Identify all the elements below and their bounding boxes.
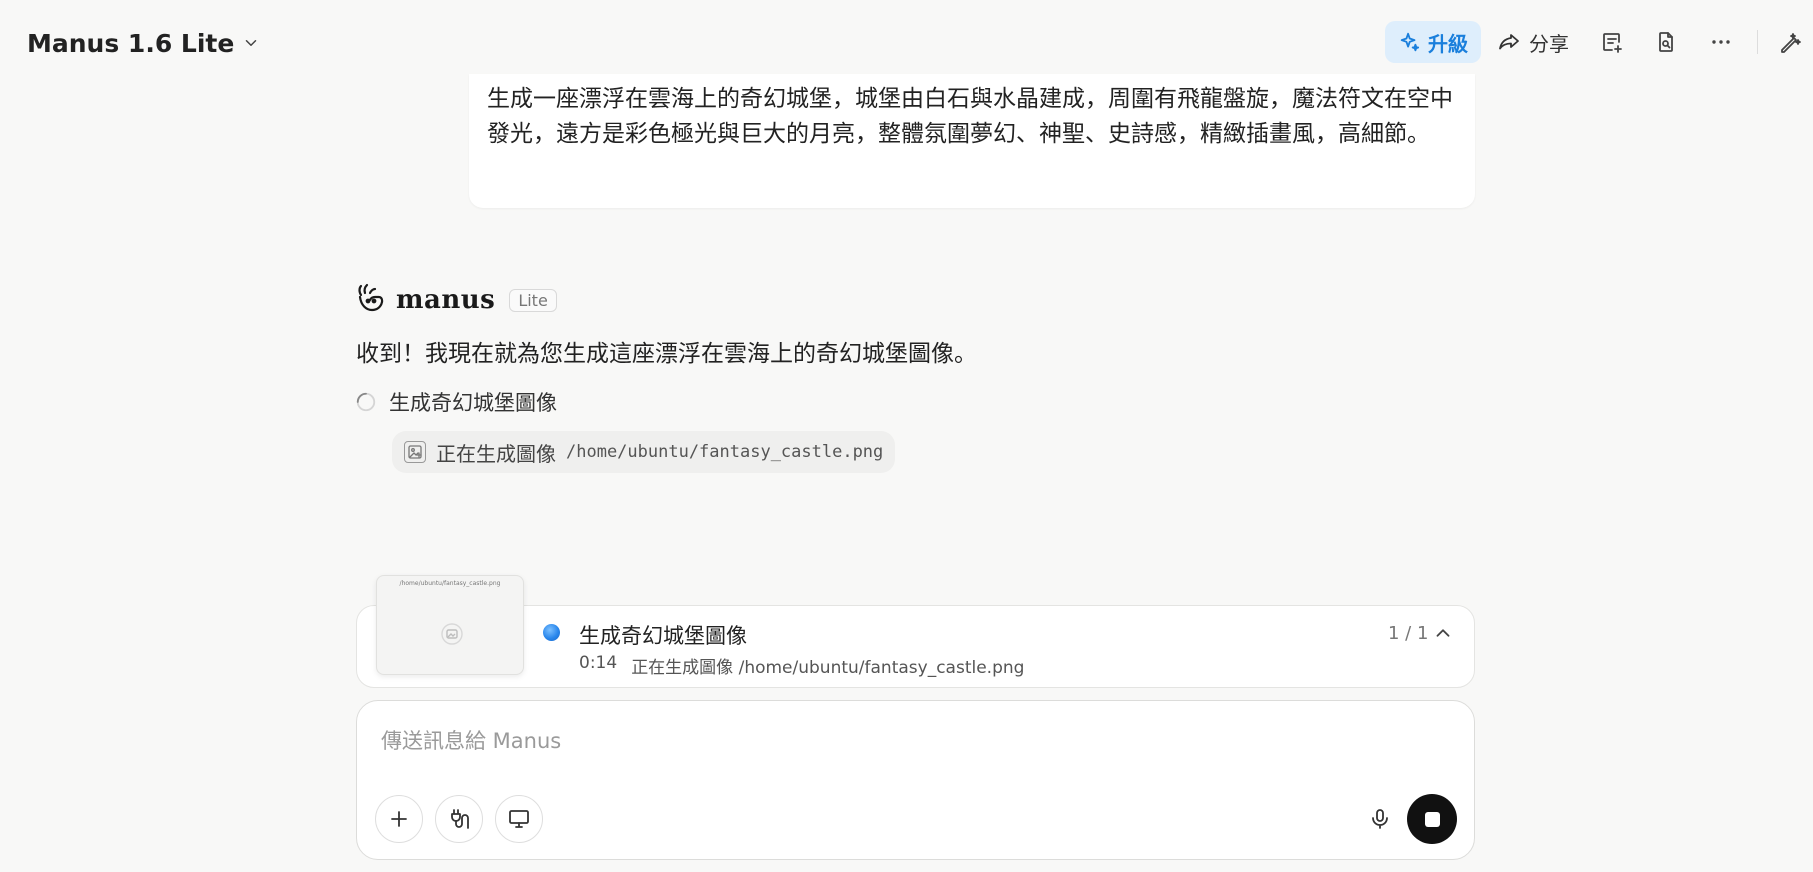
share-button[interactable]: 分享: [1497, 21, 1569, 63]
notes-button[interactable]: [1595, 25, 1629, 59]
voice-input-button[interactable]: [1357, 796, 1403, 842]
loading-spinner-icon: [356, 392, 376, 412]
image-generate-icon: [404, 441, 426, 463]
share-icon: [1499, 34, 1519, 50]
task-step[interactable]: 生成奇幻城堡圖像: [355, 387, 557, 417]
magic-pen-icon: [1781, 33, 1801, 53]
stop-icon: [1424, 811, 1440, 827]
chevron-down-icon: [246, 40, 257, 46]
computer-button[interactable]: [495, 795, 543, 843]
thumbnail-path: /home/ubuntu/fantasy_castle.png: [399, 580, 501, 587]
image-placeholder-icon: [441, 623, 463, 645]
computer-preview-thumbnail[interactable]: /home/ubuntu/fantasy_castle.png: [376, 575, 524, 675]
add-attachment-button[interactable]: [375, 795, 423, 843]
model-name: Manus 1.6 Lite: [27, 28, 235, 58]
microphone-icon: [1372, 809, 1388, 829]
files-button[interactable]: [1649, 25, 1683, 59]
task-step-label: 生成奇幻城堡圖像: [389, 391, 557, 415]
message-composer: [356, 700, 1475, 860]
tool-path: /home/ubuntu/fantasy_castle.png: [566, 442, 884, 462]
assistant-reply: 收到！我現在就為您生成這座漂浮在雲海上的奇幻城堡圖像。: [356, 341, 977, 367]
more-horizontal-icon: [1712, 40, 1730, 44]
share-label: 分享: [1529, 31, 1569, 56]
tool-call-pill[interactable]: 正在生成圖像 /home/ubuntu/fantasy_castle.png: [392, 431, 896, 473]
file-search-icon: [1659, 32, 1673, 52]
task-status: 正在生成圖像 /home/ubuntu/fantasy_castle.png: [631, 658, 1025, 678]
assistant-header: manus Lite: [354, 280, 557, 320]
more-button[interactable]: [1704, 25, 1738, 59]
plug-icon: [451, 809, 469, 829]
tool-action: 正在生成圖像: [436, 441, 556, 466]
divider: [1757, 30, 1758, 54]
task-status-dot: [543, 624, 560, 641]
assistant-brand: manus: [396, 285, 496, 315]
task-title: 生成奇幻城堡圖像: [579, 624, 747, 648]
monitor-icon: [509, 810, 529, 828]
note-add-icon: [1603, 33, 1622, 53]
top-bar: Manus 1.6 Lite 升級 分享: [0, 0, 1813, 84]
plus-icon: [391, 811, 407, 827]
task-subtitle: 0:14 正在生成圖像 /home/ubuntu/fantasy_castle.…: [579, 653, 1024, 678]
sparkle-icon: [1400, 32, 1420, 52]
upgrade-button[interactable]: 升級: [1385, 21, 1481, 63]
message-input[interactable]: [381, 723, 1441, 759]
model-selector[interactable]: Manus 1.6 Lite: [27, 24, 260, 62]
stop-button[interactable]: [1407, 794, 1457, 844]
task-count: 1 / 1: [1388, 623, 1429, 644]
upgrade-label: 升級: [1428, 31, 1468, 56]
edit-button[interactable]: [1773, 25, 1807, 59]
user-message: 生成一座漂浮在雲海上的奇幻城堡，城堡由白石與水晶建成，周圍有飛龍盤旋，魔法符文在…: [469, 74, 1475, 208]
plan-badge: Lite: [509, 288, 557, 312]
manus-logo-icon: [354, 281, 386, 319]
user-message-text: 生成一座漂浮在雲海上的奇幻城堡，城堡由白石與水晶建成，周圍有飛龍盤旋，魔法符文在…: [487, 86, 1453, 147]
chevron-up-icon[interactable]: [1432, 622, 1454, 644]
connectors-button[interactable]: [435, 795, 483, 843]
task-elapsed: 0:14: [579, 653, 618, 673]
